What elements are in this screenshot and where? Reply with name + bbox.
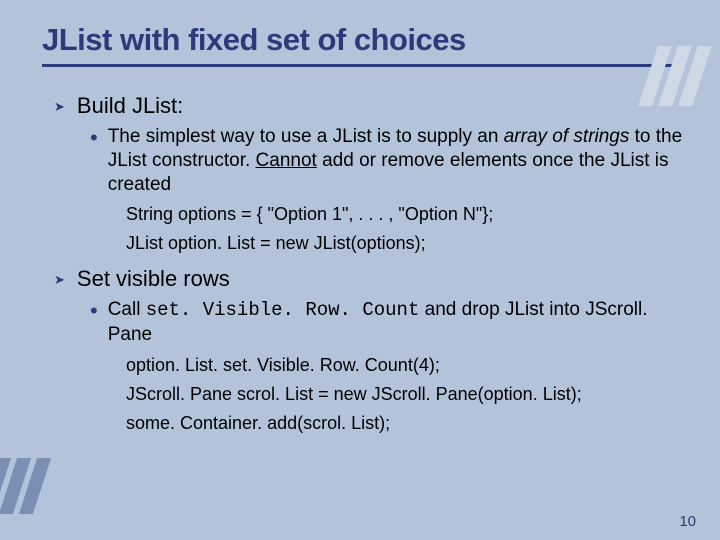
bullet-l2: • Call set. Visible. Row. Count and drop… (90, 298, 684, 347)
run-italic: array of strings (504, 126, 630, 147)
title-area: JList with fixed set of choices (0, 0, 720, 67)
arrow-icon: ➤ (54, 272, 65, 288)
l2-text: Call set. Visible. Row. Count and drop J… (108, 298, 684, 347)
l1-heading: Set visible rows (77, 266, 230, 292)
code-line: String options = { "Option 1", . . . , "… (126, 204, 684, 225)
run: Call (108, 299, 146, 320)
bottom-decoration (0, 458, 51, 514)
arrow-icon: ➤ (54, 99, 65, 115)
code-line: some. Container. add(scrol. List); (126, 413, 684, 434)
code-line: option. List. set. Visible. Row. Count(4… (126, 355, 684, 376)
l1-heading: Build JList: (77, 93, 183, 119)
slide: JList with fixed set of choices ➤ Build … (0, 0, 720, 540)
bullet-l1: ➤ Build JList: (54, 93, 684, 119)
bullet-l2: • The simplest way to use a JList is to … (90, 125, 684, 196)
dot-icon: • (90, 127, 98, 149)
content-area: ➤ Build JList: • The simplest way to use… (0, 67, 720, 434)
bullet-l1: ➤ Set visible rows (54, 266, 684, 292)
run: The simplest way to use a JList is to su… (108, 126, 504, 147)
dot-icon: • (90, 300, 98, 322)
run-underline: Cannot (256, 150, 317, 171)
page-number: 10 (679, 513, 696, 530)
l2-text: The simplest way to use a JList is to su… (108, 125, 684, 196)
slide-title: JList with fixed set of choices (42, 22, 720, 58)
code-line: JList option. List = new JList(options); (126, 233, 684, 254)
code-line: JScroll. Pane scrol. List = new JScroll.… (126, 384, 684, 405)
run-mono: set. Visible. Row. Count (146, 299, 420, 321)
